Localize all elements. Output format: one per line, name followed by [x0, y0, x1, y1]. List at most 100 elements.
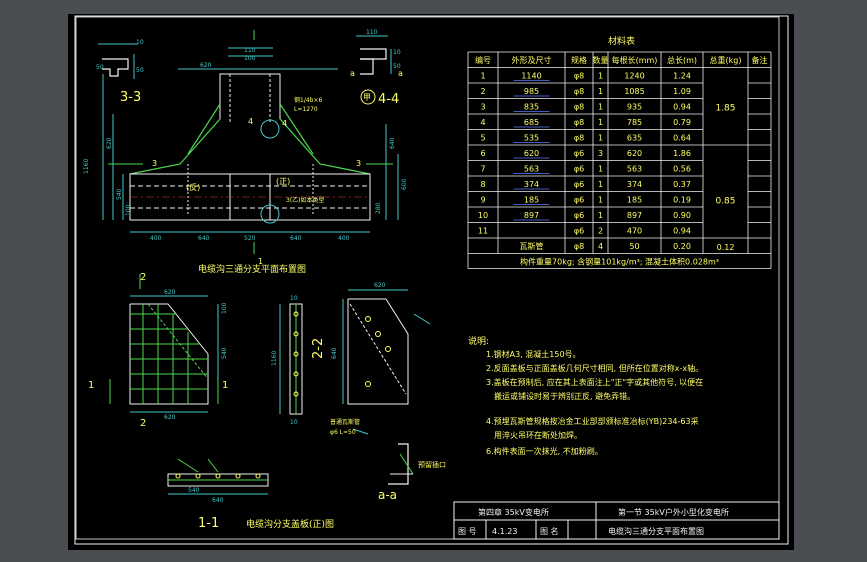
table-cell-r9-c4: 897: [627, 211, 642, 220]
view-diag-dim-1: 620: [374, 282, 386, 289]
table-cell-r1-c3: 1: [598, 87, 603, 96]
table-cell-r3-c1: 685: [524, 118, 539, 127]
table-cell-r2-c3: 1: [598, 103, 603, 112]
section-4-4-title: 4-4: [378, 92, 399, 107]
table-cell-r6-c2: φ6: [574, 165, 584, 174]
table-cell-r0-c1: 1140: [521, 72, 541, 81]
table-weight-1: 1.85: [715, 103, 735, 113]
notes-item-6: 用淬火吊环在断处加焊。: [494, 430, 582, 440]
table-cell-r5-c2: φ6: [574, 149, 584, 158]
section-1-1-caption: 电缆沟分支盖板(正)图: [246, 518, 334, 530]
table-cell-r0-c0: 1: [480, 72, 485, 81]
table-cell-r0-c4: 1240: [624, 72, 644, 81]
table-cell-r0-c2: φ8: [574, 72, 584, 81]
plan-dim-bottom-1: 400: [150, 235, 162, 242]
table-cell-r1-c0: 2: [480, 87, 485, 96]
section-2-2-dim-2: 10: [290, 295, 298, 302]
notes-item-7: 6.构件表面一次抹光, 不加粉刷。: [486, 446, 603, 456]
table-cell-r5-c3: 3: [598, 149, 603, 158]
section-2-2-dim-1: 1160: [271, 351, 278, 366]
view-2-dim-1: 620: [164, 289, 176, 296]
section-2-2-title: 2-2: [311, 338, 326, 359]
table-cell-r7-c1: 374: [524, 180, 539, 189]
plan-dim-left-2: 620: [106, 137, 113, 149]
plan-dim-left-3: 540: [116, 188, 123, 200]
section-1-1-title: 1-1: [198, 516, 219, 531]
table-cell-r9-c1: 897: [524, 211, 539, 220]
plan-dim-bottom-2: 640: [198, 235, 210, 242]
table-cell-r3-c5: 0.79: [673, 118, 691, 127]
table-cell-r8-c4: 185: [627, 196, 642, 205]
section-4-4-dim-1: 110: [366, 29, 378, 36]
table-cell-r0-c3: 1: [598, 72, 603, 81]
table-cell-r2-c4: 935: [627, 103, 642, 112]
plan-note-1: 钢1/4b×6: [294, 96, 322, 104]
title-block-drawing-no: 4.1.23: [492, 527, 517, 536]
section-4-4-mark-a1: a: [350, 69, 355, 78]
table-cell-r11-c3: 4: [598, 242, 603, 251]
plan-dim-top-2: 100: [244, 55, 256, 62]
title-block-drawing-no-label: 图 号: [458, 527, 477, 536]
plan-dim-bottom-5: 400: [338, 235, 350, 242]
section-4-4: [356, 35, 392, 75]
plan-dim-top-3: 620: [200, 62, 212, 69]
plan-dim-right-2: 600: [401, 178, 408, 190]
plan-view: [102, 30, 399, 254]
table-cell-r7-c3: 1: [598, 180, 603, 189]
table-cell-r11-c4: 50: [629, 242, 639, 251]
plan-label-4b: 4: [282, 119, 287, 128]
notes-heading: 说明:: [468, 335, 489, 347]
table-cell-r3-c4: 785: [627, 118, 642, 127]
table-cell-r4-c2: φ8: [574, 134, 584, 143]
view-a-a-pipe: 普通瓦斯管: [330, 418, 360, 426]
section-3-3-dim-3: 50: [136, 67, 144, 74]
table-footer: 构件重量70kg; 含钢量101kg/m³; 混凝土体积0.028m³: [520, 257, 719, 267]
table-cell-r1-c5: 1.09: [673, 87, 691, 96]
table-cell-r3-c3: 1: [598, 118, 603, 127]
table-header-0: 编号: [475, 55, 491, 65]
section-1-1: [167, 458, 269, 495]
table-cell-r8-c1: 185: [524, 196, 539, 205]
material-table-title: 材料表: [608, 35, 635, 47]
table-cell-r8-c5: 0.19: [673, 196, 691, 205]
table-cell-r6-c4: 563: [627, 165, 642, 174]
table-cell-r7-c2: φ6: [574, 180, 584, 189]
table-cell-r5-c0: 6: [480, 149, 485, 158]
view-2-label-2b: 2: [140, 418, 146, 429]
table-cell-r3-c2: φ8: [574, 118, 584, 127]
notes-item-4: 搬运或铺设时易于辨别正反, 避免弄错。: [494, 391, 635, 401]
section-2-2: [279, 303, 303, 415]
table-cell-r2-c0: 3: [480, 103, 485, 112]
table-cell-r8-c0: 9: [480, 196, 485, 205]
plan-note-2: L=1270: [294, 106, 318, 113]
table-cell-r1-c1: 985: [524, 87, 539, 96]
plan-label-4a: 4: [248, 117, 253, 126]
table-header-7: 备注: [752, 55, 768, 65]
section-4-4-dim-2: 10: [393, 49, 401, 56]
section-3-3-title: 3-3: [120, 90, 141, 105]
title-block-chapter: 第四章 35kV变电所: [478, 507, 549, 517]
table-cell-r2-c2: φ8: [574, 103, 584, 112]
table-cell-r4-c5: 0.64: [673, 134, 691, 143]
view-a-a-title: a-a: [378, 488, 397, 502]
section-3-3: [98, 43, 138, 79]
plan-dim-left-4: 100: [125, 204, 132, 216]
notes-item-3: 3.盖板在预制后, 应在其上表面注上"正"字或其他符号, 以便在: [486, 377, 703, 387]
table-cell-r10-c3: 2: [598, 227, 603, 236]
plan-caption: 电缆沟三通分支平面布置图: [198, 263, 306, 275]
section-2-2-dim-3: 10: [290, 419, 298, 426]
table-cell-r11-c2: φ8: [574, 242, 584, 251]
section-3-3-dim-1: 10: [136, 39, 144, 46]
table-cell-r5-c4: 620: [627, 149, 642, 158]
view-2-label-1b: 1: [222, 380, 228, 391]
plan-label-3b: 3: [356, 159, 361, 168]
plan-dim-right-3: 280: [375, 202, 382, 214]
drawing-sheet: 110 100 620 400 640 520 640 400 1160 620…: [68, 14, 794, 550]
table-cell-r5-c5: 1.86: [673, 149, 691, 158]
table-cell-r10-c2: φ6: [574, 227, 584, 236]
table-header-2: 规格: [571, 55, 587, 65]
table-header-1: 外形及尺寸: [512, 55, 552, 65]
view-diagonal-panel: [342, 289, 431, 405]
view-a-a-label: 预留插口: [418, 460, 446, 469]
viewport: 110 100 620 400 640 520 640 400 1160 620…: [0, 0, 867, 562]
